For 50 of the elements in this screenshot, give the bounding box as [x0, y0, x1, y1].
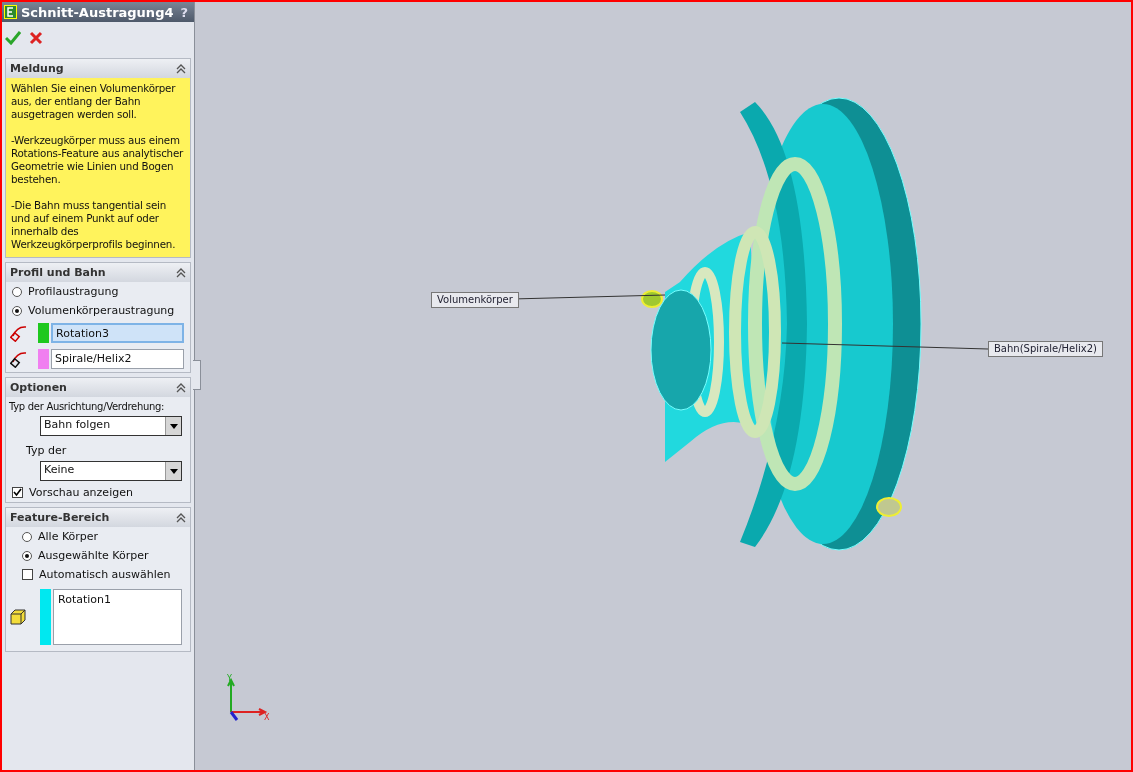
radio-label: Alle Körper — [38, 530, 99, 543]
dropdown[interactable]: Keine — [40, 461, 182, 481]
radio-label: Ausgewählte Körper — [38, 549, 149, 562]
checkbox[interactable] — [12, 487, 23, 498]
radio-label: Volumenkörperaustragung — [28, 304, 175, 317]
section-title: Profil und Bahn — [10, 266, 106, 279]
selection-field[interactable]: Rotation3 — [51, 323, 184, 343]
ok-icon[interactable] — [5, 31, 21, 45]
feature-icon — [4, 5, 17, 19]
help-button[interactable]: ? — [180, 4, 188, 20]
field-label: Typ der — [25, 443, 68, 459]
body-list[interactable]: Rotation1 — [53, 589, 182, 645]
section-header[interactable]: Feature-Bereich — [6, 508, 190, 527]
section-title: Meldung — [10, 62, 64, 75]
window-title: Schnitt-Austragung4 — [21, 4, 174, 20]
selection-icon — [10, 324, 28, 342]
axis-label: Y — [227, 674, 232, 683]
radio-button[interactable] — [12, 305, 22, 316]
dropdown-arrow-icon — [169, 468, 178, 474]
cube-icon — [10, 609, 26, 625]
message-text: -Die Bahn muss tangential sein und auf einem Punkt auf oder innerhalb des Werkzeugkörperprofils beginnen. — [11, 199, 177, 251]
radio-label: Profilaustragung — [28, 285, 119, 298]
collapse-icon[interactable] — [176, 63, 186, 74]
radio-button[interactable] — [12, 286, 22, 297]
collapse-icon[interactable] — [176, 382, 186, 393]
radio-button[interactable] — [22, 550, 32, 561]
message-text: Wählen Sie einen Volumenkörper aus, der entlang der Bahn ausgetragen werden soll. — [11, 82, 177, 121]
field-label: Typ der Ausrichtung/Verdrehung: — [8, 400, 166, 414]
callout-label: Volumenkörper — [431, 292, 519, 308]
section-title: Optionen — [10, 381, 67, 394]
dropdown-arrow-icon — [169, 423, 178, 429]
radio-button[interactable] — [22, 531, 32, 542]
axis-label: X — [264, 713, 270, 722]
selection-field[interactable]: Spirale/Helix2 — [51, 349, 184, 369]
list-item[interactable]: Rotation1 — [58, 593, 177, 606]
dropdown[interactable]: Bahn folgen — [40, 416, 182, 436]
message-text: -Werkzeugkörper muss aus einem Rotations-Feature aus analytischer Geometrie wie Linien und Bogen bestehen. — [11, 134, 185, 186]
checkbox-label: Automatisch auswählen — [39, 568, 171, 581]
selection-icon — [10, 350, 28, 368]
section-title: Feature-Bereich — [10, 511, 110, 524]
section-header[interactable]: Profil und Bahn — [6, 263, 190, 282]
panel-grip[interactable] — [193, 360, 201, 390]
checkbox-label: Vorschau anzeigen — [29, 486, 133, 499]
cancel-icon[interactable] — [29, 31, 43, 45]
section-header[interactable]: Meldung — [6, 59, 190, 78]
checkbox[interactable] — [22, 569, 33, 580]
section-header[interactable]: Optionen — [6, 378, 190, 397]
callout-label: Bahn(Spirale/Helix2) — [988, 341, 1103, 357]
collapse-icon[interactable] — [176, 267, 186, 278]
collapse-icon[interactable] — [176, 512, 186, 523]
